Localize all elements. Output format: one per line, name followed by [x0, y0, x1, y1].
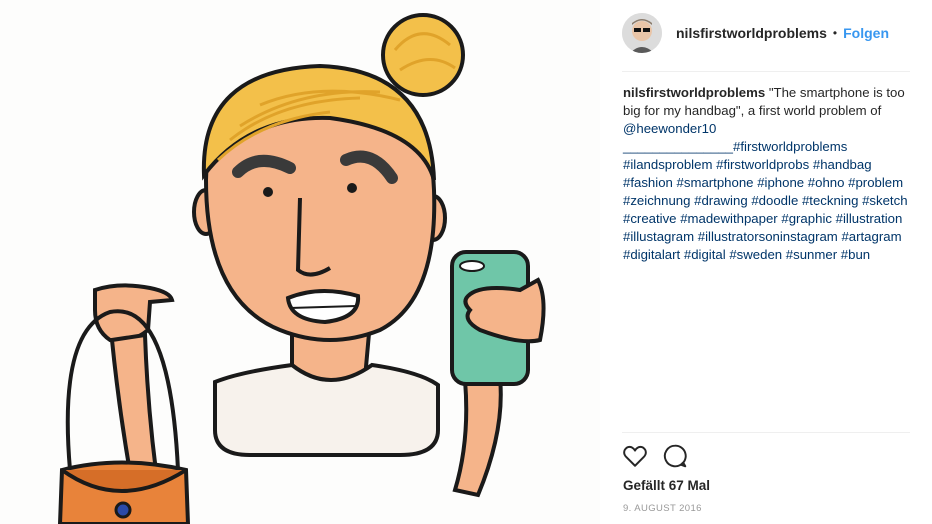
post-header: nilsfirstworldproblems • Folgen	[622, 12, 910, 54]
hashtag-link[interactable]: #madewithpaper	[680, 211, 778, 226]
separator: •	[832, 26, 838, 40]
follow-button[interactable]: Folgen	[843, 25, 889, 41]
hashtag-link[interactable]: #handbag	[813, 157, 872, 172]
comment-icon[interactable]	[662, 443, 688, 469]
underline-line: _______________	[623, 139, 734, 154]
mention-link[interactable]: @heewonder10	[623, 121, 716, 136]
post-sidebar: nilsfirstworldproblems • Folgen nilsfirs…	[600, 0, 932, 524]
post-date: 9. AUGUST 2016	[623, 503, 702, 514]
hashtag-link[interactable]: #iphone	[757, 175, 804, 190]
hashtag-link[interactable]: #ohno	[808, 175, 845, 190]
caption: nilsfirstworldproblems "The smartphone i…	[623, 84, 913, 264]
heart-icon[interactable]	[622, 443, 648, 469]
hashtag-link[interactable]: #smartphone	[677, 175, 754, 190]
hashtag-link[interactable]: #fashion	[623, 175, 673, 190]
hashtag-link[interactable]: #drawing	[694, 193, 748, 208]
hashtag-link[interactable]: #firstworldproblems	[733, 139, 847, 154]
hashtag-link[interactable]: #zeichnung	[623, 193, 690, 208]
hashtag-link[interactable]: #illustratorsoninstagram	[698, 229, 838, 244]
hashtag-list: #firstworldproblems #ilandsproblem #firs…	[623, 139, 908, 262]
hashtag-link[interactable]: #graphic	[781, 211, 832, 226]
divider	[622, 432, 910, 433]
hashtag-link[interactable]: #teckning	[802, 193, 858, 208]
username[interactable]: nilsfirstworldproblems	[676, 25, 827, 41]
divider	[622, 71, 910, 72]
hashtag-link[interactable]: #firstworldprobs	[716, 157, 809, 172]
hashtag-link[interactable]: #illustration	[836, 211, 903, 226]
avatar[interactable]	[622, 13, 662, 53]
post-image[interactable]	[0, 0, 600, 524]
hashtag-link[interactable]: #digitalart	[623, 247, 680, 262]
hashtag-link[interactable]: #artagram	[841, 229, 901, 244]
likes-count[interactable]: Gefällt 67 Mal	[623, 478, 710, 493]
illustration-bun	[381, 13, 465, 97]
hashtag-link[interactable]: #ilandsproblem	[623, 157, 712, 172]
action-bar	[622, 443, 702, 469]
hashtag-link[interactable]: #bun	[841, 247, 870, 262]
hashtag-link[interactable]: #problem	[848, 175, 903, 190]
illustration-shirt	[213, 362, 440, 457]
hashtag-link[interactable]: #creative	[623, 211, 677, 226]
hashtag-link[interactable]: #sunmer	[786, 247, 837, 262]
hashtag-link[interactable]: #sweden	[729, 247, 782, 262]
hashtag-link[interactable]: #doodle	[751, 193, 798, 208]
illustration	[57, 13, 546, 524]
hashtag-link[interactable]: #illustagram	[623, 229, 694, 244]
hashtag-link[interactable]: #sketch	[862, 193, 907, 208]
caption-username[interactable]: nilsfirstworldproblems	[623, 85, 765, 100]
hashtag-link[interactable]: #digital	[684, 247, 726, 262]
